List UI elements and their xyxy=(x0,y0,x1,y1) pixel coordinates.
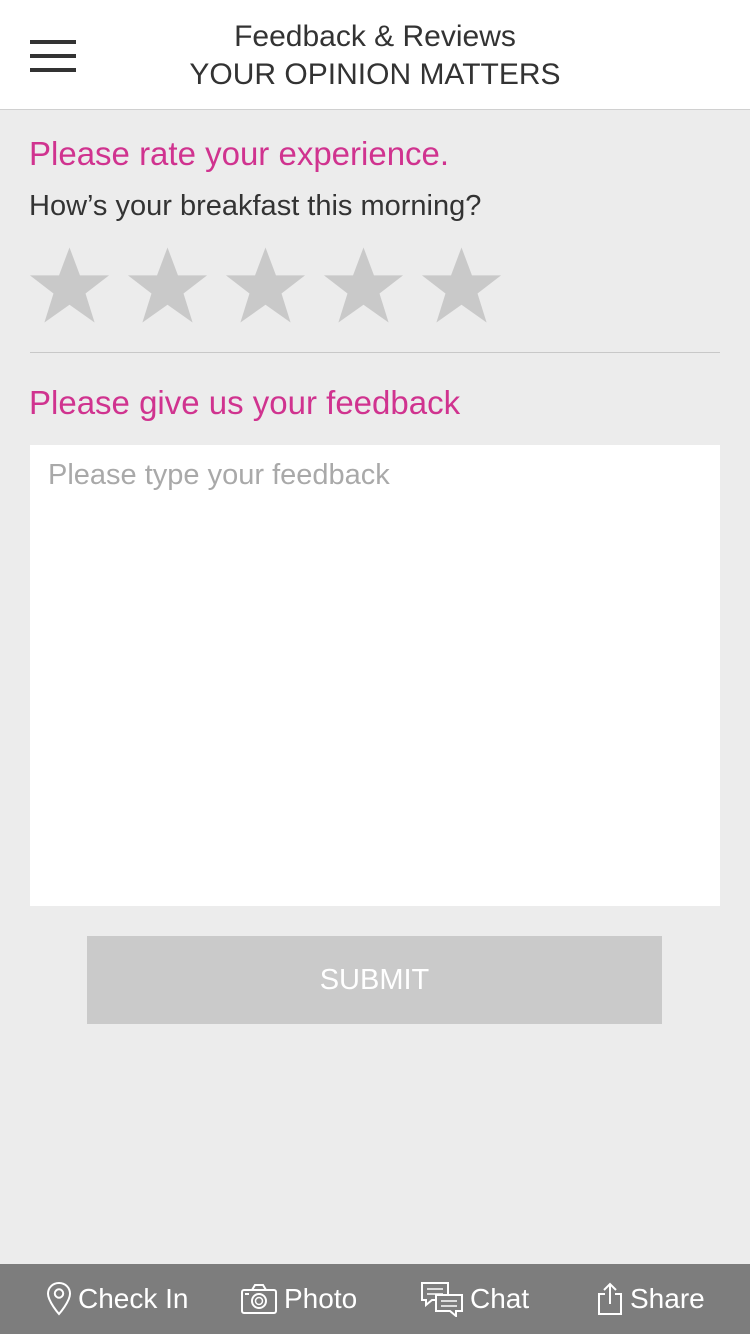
tab-photo-label: Photo xyxy=(284,1283,358,1314)
tab-photo[interactable]: Photo xyxy=(240,1264,357,1334)
star-icon-5[interactable] xyxy=(420,243,503,327)
chat-bubbles-icon xyxy=(421,1282,463,1317)
star-icon-2[interactable] xyxy=(126,243,209,327)
tab-share[interactable]: Share xyxy=(596,1264,705,1334)
app-header: Feedback & Reviews YOUR OPINION MATTERS xyxy=(0,0,750,110)
tab-check-in-label: Check In xyxy=(78,1283,189,1314)
tab-share-label: Share xyxy=(630,1283,705,1314)
star-rating xyxy=(28,243,518,327)
star-icon-3[interactable] xyxy=(224,243,307,327)
feedback-textarea[interactable] xyxy=(30,445,720,906)
bottom-tab-bar: Check In Photo Chat Share xyxy=(0,1264,750,1334)
page-subtitle: YOUR OPINION MATTERS xyxy=(189,58,561,91)
page-title: Feedback & Reviews xyxy=(234,20,516,53)
camera-icon xyxy=(241,1284,277,1314)
tab-chat[interactable]: Chat xyxy=(420,1264,529,1334)
star-icon-4[interactable] xyxy=(322,243,405,327)
tab-check-in[interactable]: Check In xyxy=(46,1264,189,1334)
share-icon xyxy=(598,1282,622,1315)
location-pin-icon xyxy=(46,1281,72,1316)
tab-chat-label: Chat xyxy=(470,1283,530,1314)
section-divider xyxy=(30,352,720,353)
feedback-heading: Please give us your feedback xyxy=(29,384,461,421)
star-icon-1[interactable] xyxy=(28,243,111,327)
rating-question: How’s your breakfast this morning? xyxy=(29,190,482,222)
rating-heading: Please rate your experience. xyxy=(29,135,450,172)
submit-button[interactable]: SUBMIT xyxy=(87,936,662,1024)
hamburger-menu-icon[interactable] xyxy=(30,40,76,74)
